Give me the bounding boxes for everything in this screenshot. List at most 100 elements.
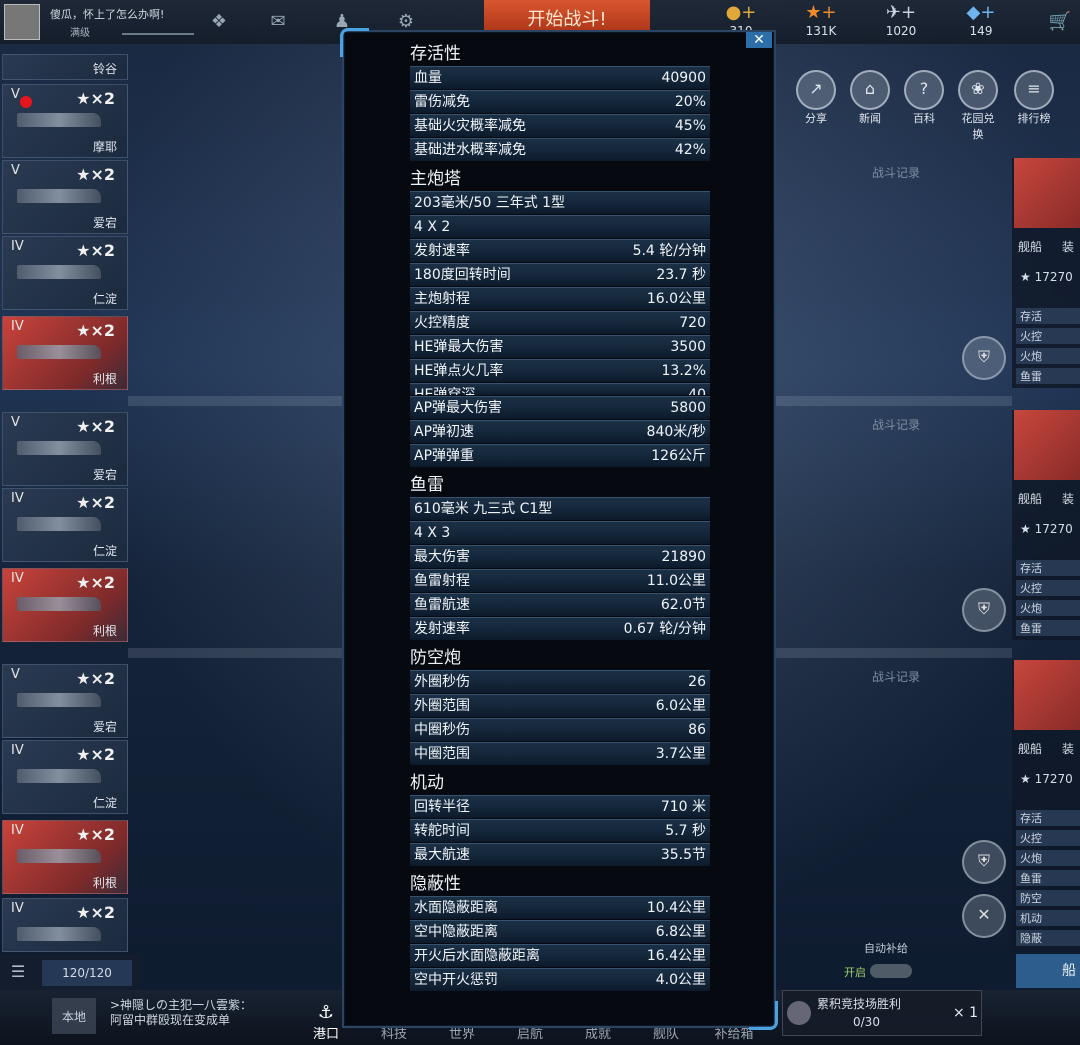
fleet-emblem-icon[interactable]: ❖ bbox=[205, 10, 233, 32]
wrench-icon[interactable]: ✕ bbox=[962, 894, 1006, 938]
gem-resource[interactable]: ◆+ 149 bbox=[946, 2, 1016, 38]
battle-record-link[interactable]: 战斗记录 bbox=[872, 668, 920, 685]
stat-row: 发射速率 5.4 轮/分钟 bbox=[410, 239, 710, 262]
tab-ship[interactable]: 舰船 bbox=[1018, 238, 1042, 255]
attr-label: 鱼雷 bbox=[1016, 620, 1080, 636]
attr-label: 隐蔽 bbox=[1016, 930, 1080, 946]
ship-card[interactable]: IV ★×2 仁淀 bbox=[2, 488, 128, 562]
nation-flag bbox=[1014, 158, 1080, 228]
auto-supply[interactable]: 自动补给 开启 bbox=[836, 940, 926, 986]
shield-icon[interactable]: ⛨ bbox=[962, 840, 1006, 884]
settings-gear-icon[interactable]: ⚙ bbox=[392, 10, 420, 32]
tab-equip[interactable]: 装 bbox=[1062, 490, 1074, 507]
stat-row: HE弹最大伤害 3500 bbox=[410, 335, 710, 358]
mail-icon[interactable]: ✉ bbox=[264, 10, 292, 32]
list-icon: ≡ bbox=[1014, 70, 1054, 110]
ship-card[interactable]: IV ★×2 仁淀 bbox=[2, 236, 128, 310]
nation-flag bbox=[1014, 660, 1080, 730]
shop-cart-icon[interactable]: 🛒 bbox=[1046, 10, 1074, 32]
attr-label: 火炮 bbox=[1016, 850, 1080, 866]
ship-image bbox=[17, 189, 101, 203]
tab-ship[interactable]: 舰船 bbox=[1018, 740, 1042, 757]
ship-card[interactable]: V ★×2 爱宕 bbox=[2, 664, 128, 738]
stat-row: 鱼雷航速 62.0节 bbox=[410, 593, 710, 616]
section-title: 防空炮 bbox=[410, 648, 461, 668]
ship-card[interactable]: V ★×2 摩耶 bbox=[2, 84, 128, 158]
stat-row: 空中开火惩罚 4.0公里 bbox=[410, 968, 710, 991]
stat-row: 外圈秒伤 26 bbox=[410, 670, 710, 693]
ship-image bbox=[17, 113, 101, 127]
share-button[interactable]: ↗ 分享 bbox=[796, 70, 836, 125]
ship-image bbox=[17, 927, 101, 941]
plane-resource[interactable]: ✈+ 1020 bbox=[866, 2, 936, 38]
coin-icon: ●+ bbox=[725, 2, 757, 23]
attr-label: 火控 bbox=[1016, 830, 1080, 846]
section-title: 鱼雷 bbox=[410, 475, 444, 495]
ship-image bbox=[17, 849, 101, 863]
ship-card[interactable]: IV ★×2 bbox=[2, 898, 128, 952]
auto-supply-toggle[interactable] bbox=[870, 964, 912, 978]
ship-card[interactable]: IV ★×2 利根 bbox=[2, 568, 128, 642]
list-icon[interactable]: ☰ bbox=[4, 962, 32, 986]
stat-row: 水面隐蔽距离 10.4公里 bbox=[410, 896, 710, 919]
gem-icon: ◆+ bbox=[966, 2, 996, 23]
avatar[interactable] bbox=[4, 4, 40, 40]
chat-channel[interactable]: 本地 bbox=[52, 998, 96, 1034]
ship-card[interactable]: V ★×2 爱宕 bbox=[2, 412, 128, 486]
news-button[interactable]: ⌂ 新闻 bbox=[850, 70, 890, 125]
stat-row: 外圈范围 6.0公里 bbox=[410, 694, 710, 717]
frame-corner bbox=[340, 28, 369, 57]
close-icon: ✕ bbox=[753, 32, 765, 48]
shield-icon[interactable]: ⛨ bbox=[962, 336, 1006, 380]
ship-image bbox=[17, 441, 101, 455]
stat-row: AP弹初速 840米/秒 bbox=[410, 420, 710, 443]
section-title: 隐蔽性 bbox=[410, 874, 461, 894]
ship-card[interactable]: IV ★×2 利根 bbox=[2, 820, 128, 894]
arena-progress[interactable]: 累积竞技场胜利 0/30 × 1 bbox=[782, 990, 982, 1036]
ship-detail-panel: 舰船 装 ★ 17270 存活 火控 火炮 鱼雷 防空 机动 隐蔽 bbox=[1012, 660, 1080, 950]
attr-label: 机动 bbox=[1016, 910, 1080, 926]
chat-message[interactable]: >神隠しの主犯一八雲紫：阿留中群殴现在变成单 bbox=[110, 998, 260, 1028]
ship-card[interactable]: IV ★×2 仁淀 bbox=[2, 740, 128, 814]
ship-button[interactable]: 船 bbox=[1016, 954, 1080, 988]
ship-card[interactable]: V ★×2 爱宕 bbox=[2, 160, 128, 234]
battle-record-link[interactable]: 战斗记录 bbox=[872, 416, 920, 433]
player-level: 满级 bbox=[70, 28, 90, 39]
section-title: 主炮塔 bbox=[410, 169, 461, 189]
shield-icon[interactable]: ⛨ bbox=[962, 588, 1006, 632]
ship-detail-panel: 舰船 装 ★ 17270 存活 火控 火炮 鱼雷 bbox=[1012, 410, 1080, 640]
redeem-button[interactable]: ❀ 花园兑换 bbox=[958, 70, 998, 141]
arena-medal-icon bbox=[787, 1001, 811, 1025]
home-icon: ⌂ bbox=[850, 70, 890, 110]
wiki-button[interactable]: ? 百科 bbox=[904, 70, 944, 125]
stat-row: 203毫米/50 三年式 1型 bbox=[410, 191, 710, 214]
attr-label: 火控 bbox=[1016, 580, 1080, 596]
tab-equip[interactable]: 装 bbox=[1062, 740, 1074, 757]
stat-row: 发射速率 0.67 轮/分钟 bbox=[410, 617, 710, 640]
ship-card[interactable]: IV ★×2 利根 bbox=[2, 316, 128, 390]
leaderboard-button[interactable]: ≡ 排行榜 bbox=[1014, 70, 1054, 125]
stat-row: 主炮射程 16.0公里 bbox=[410, 287, 710, 310]
ship-score: ★ 17270 bbox=[1020, 270, 1073, 284]
ship-score: ★ 17270 bbox=[1020, 772, 1073, 786]
ship-score: ★ 17270 bbox=[1020, 522, 1073, 536]
ship-image bbox=[17, 597, 101, 611]
section-title: 存活性 bbox=[410, 44, 461, 64]
tab-ship[interactable]: 舰船 bbox=[1018, 490, 1042, 507]
stat-row: 血量 40900 bbox=[410, 66, 710, 89]
frame-corner bbox=[749, 1001, 778, 1030]
battle-record-link[interactable]: 战斗记录 bbox=[872, 164, 920, 181]
ship-card[interactable]: 铃谷 bbox=[2, 54, 128, 80]
stats-list: 存活性 血量 40900 雷伤减免 20% 基础火灾概率减免 45% 基础进水概率减免… bbox=[410, 42, 710, 992]
close-button[interactable]: ✕ bbox=[746, 32, 772, 48]
stat-row: 180度回转时间 23.7 秒 bbox=[410, 263, 710, 286]
ship-stats-popup: ✕ 存活性 血量 40900 雷伤减免 20% 基础火灾概率减免 45% 基础进水概率… bbox=[340, 28, 778, 1030]
xp-bar bbox=[122, 33, 194, 35]
section-title: 机动 bbox=[410, 773, 444, 793]
attr-label: 存活 bbox=[1016, 810, 1080, 826]
notification-dot bbox=[20, 96, 32, 108]
star-resource[interactable]: ★+ 131K bbox=[786, 2, 856, 38]
tab-equip[interactable]: 装 bbox=[1062, 238, 1074, 255]
stat-row: 转舵时间 5.7 秒 bbox=[410, 819, 710, 842]
stat-row: AP弹弹重 126公斤 bbox=[410, 444, 710, 467]
